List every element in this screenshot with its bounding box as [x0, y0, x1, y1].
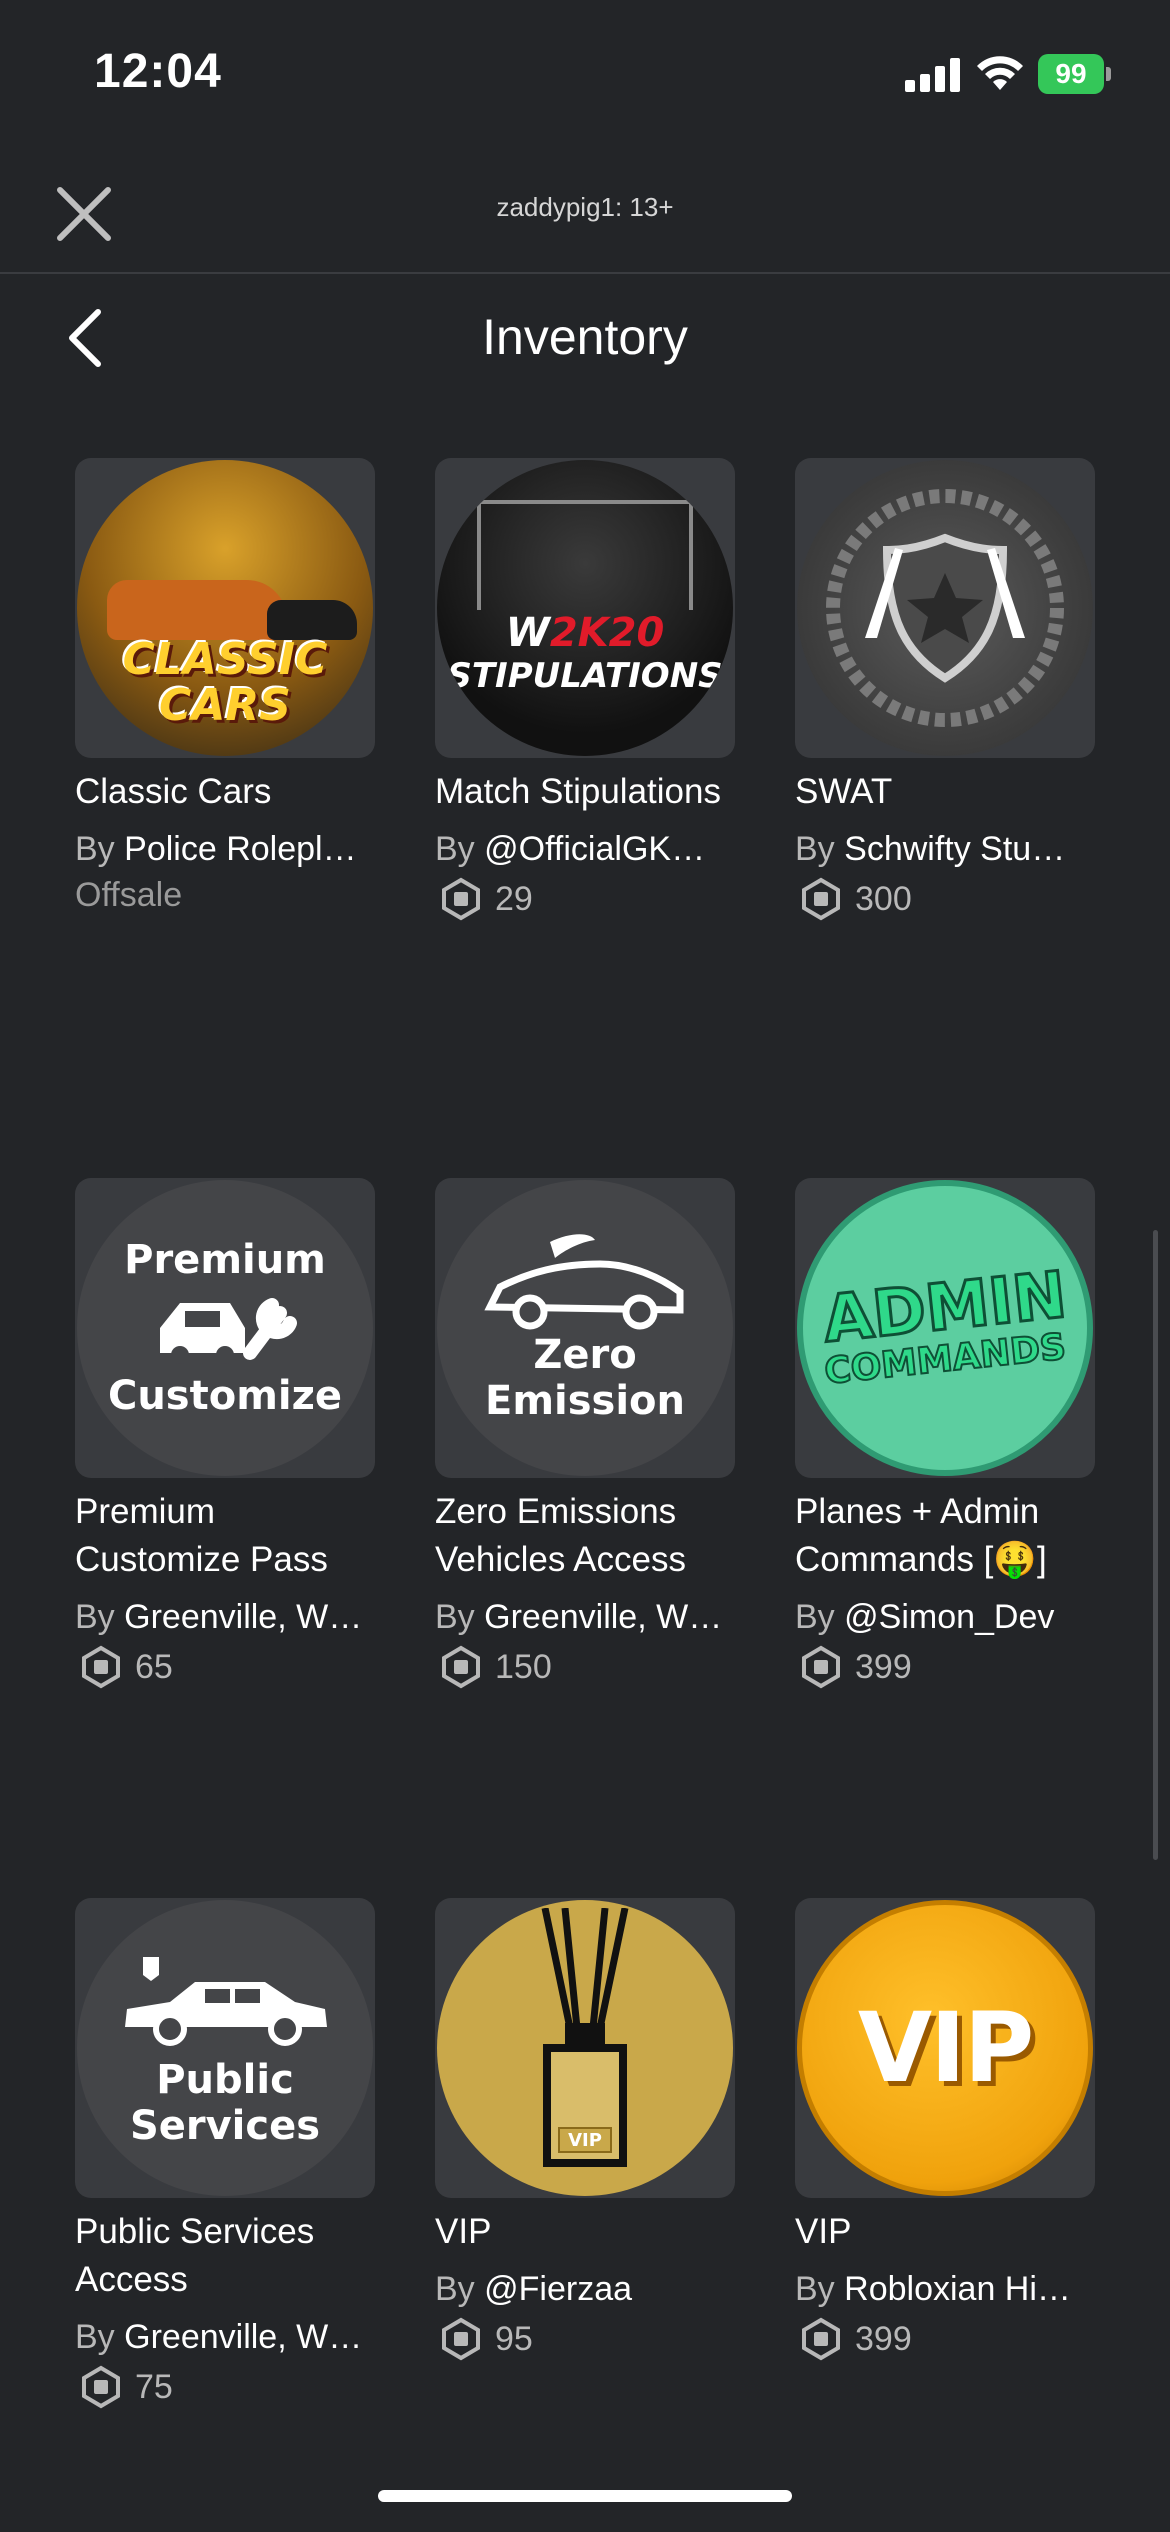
item-thumbnail	[795, 458, 1095, 758]
robux-icon	[82, 1645, 120, 1689]
thumbnail-logo: W2K20	[505, 610, 665, 656]
header-user-label: zaddypig1: 13+	[496, 192, 674, 222]
thumbnail-art-text: Emission	[485, 1378, 685, 1424]
item-price: 150	[435, 1644, 735, 1690]
inventory-item-zero-emissions[interactable]: Zero Emission Zero Emissions Vehicles Ac…	[435, 1178, 735, 1690]
item-price: 95	[435, 2316, 735, 2362]
item-thumbnail: Zero Emission	[435, 1178, 735, 1478]
scrollbar[interactable]	[1153, 1230, 1158, 1860]
item-name: SWAT	[795, 772, 893, 811]
item-creator: By Robloxian Hi…	[795, 2270, 1071, 2308]
vip-pass-icon: VIP	[541, 1908, 629, 2167]
wifi-icon	[977, 56, 1023, 90]
robux-icon	[82, 2365, 120, 2409]
item-creator: By Greenville, W…	[75, 2318, 363, 2356]
item-creator: By Greenville, W…	[435, 1598, 723, 1636]
swat-badge-icon	[826, 489, 1064, 727]
thumbnail-art-text: Premium	[124, 1237, 326, 1283]
item-name: Zero Emissions Vehicles Access	[435, 1492, 686, 1579]
item-price: 300	[795, 876, 1095, 922]
thumbnail-art-text: Public	[156, 2057, 294, 2103]
thumbnail-art-text: STIPULATIONS	[447, 656, 723, 696]
robux-icon	[802, 877, 840, 921]
item-thumbnail: VIP	[435, 1898, 735, 2198]
item-creator: By @Simon_Dev	[795, 1598, 1055, 1636]
signal-icon	[905, 58, 961, 92]
header: zaddypig1: 13+	[0, 140, 1170, 274]
home-indicator[interactable]	[378, 2490, 792, 2502]
inventory-item-match-stipulations[interactable]: W2K20 STIPULATIONS Match Stipulations By…	[435, 458, 735, 922]
item-name: Planes + Admin Commands [🤑]	[795, 1492, 1047, 1579]
item-price: 29	[435, 876, 735, 922]
robux-icon	[802, 2317, 840, 2361]
item-price: 399	[795, 2316, 1095, 2362]
item-name: VIP	[795, 2212, 852, 2251]
thumbnail-art-text: CLASSIC CARS	[122, 634, 328, 731]
item-thumbnail: VIP	[795, 1898, 1095, 2198]
item-name: VIP	[435, 2212, 492, 2251]
item-creator: By Greenville, W…	[75, 1598, 363, 1636]
item-creator: By Schwifty Stu…	[795, 830, 1066, 868]
item-price: 399	[795, 1644, 1095, 1690]
item-thumbnail: Public Services	[75, 1898, 375, 2198]
robux-icon	[442, 2317, 480, 2361]
item-name: Premium Customize Pass	[75, 1492, 328, 1579]
police-car-icon	[125, 1957, 327, 2046]
thumbnail-art-text: VIP	[857, 1992, 1034, 2104]
page-title: Inventory	[482, 309, 688, 365]
car-wrench-icon	[160, 1298, 297, 1364]
thumbnail-art-text: VIP	[568, 2130, 602, 2151]
item-price: 65	[75, 1644, 375, 1690]
item-thumbnail: Premium Customize	[75, 1178, 375, 1478]
status-time: 12:04	[94, 45, 222, 98]
nav-bar: Inventory	[0, 276, 1170, 406]
item-status: Offsale	[75, 876, 183, 914]
thumbnail-art-text: Zero	[533, 1332, 637, 1378]
robux-icon	[802, 1645, 840, 1689]
battery-icon: 99	[1038, 54, 1111, 94]
item-name: Public Services Access	[75, 2212, 315, 2299]
inventory-item-premium-customize[interactable]: Premium Customize Premium Customize Pass…	[75, 1178, 375, 1690]
battery-level: 99	[1055, 58, 1087, 89]
robux-icon	[442, 877, 480, 921]
item-thumbnail: ADMIN COMMANDS	[795, 1178, 1095, 1478]
thumbnail-art-text: Customize	[107, 1373, 343, 1419]
inventory-item-vip-fierzaa[interactable]: VIP VIP By @Fierzaa 95	[435, 1898, 735, 2362]
item-creator: By @Fierzaa	[435, 2270, 633, 2308]
inventory-item-public-services[interactable]: Public Services Public Services Access B…	[75, 1898, 375, 2410]
inventory-item-planes-admin[interactable]: ADMIN COMMANDS Planes + Admin Commands […	[795, 1178, 1095, 1690]
status-bar: 12:04 99	[0, 0, 1170, 140]
item-thumbnail: W2K20 STIPULATIONS	[435, 458, 735, 758]
ev-car-icon	[484, 1234, 684, 1330]
robux-icon	[442, 1645, 480, 1689]
item-name: Classic Cars	[75, 772, 272, 811]
inventory-item-vip-robloxian[interactable]: VIP VIP By Robloxian Hi… 399	[795, 1898, 1095, 2362]
item-name: Match Stipulations	[435, 772, 721, 811]
item-creator: By @OfficialGK…	[435, 830, 706, 868]
item-creator: By Police Rolepl…	[75, 830, 357, 868]
item-price: 75	[75, 2364, 375, 2410]
inventory-item-swat[interactable]: SWAT By Schwifty Stu… 300	[795, 458, 1095, 922]
item-thumbnail: CLASSIC CARS	[75, 458, 375, 758]
thumbnail-art-text: Services	[129, 2103, 321, 2149]
inventory-item-classic-cars[interactable]: CLASSIC CARS Classic Cars By Police Role…	[75, 458, 375, 918]
